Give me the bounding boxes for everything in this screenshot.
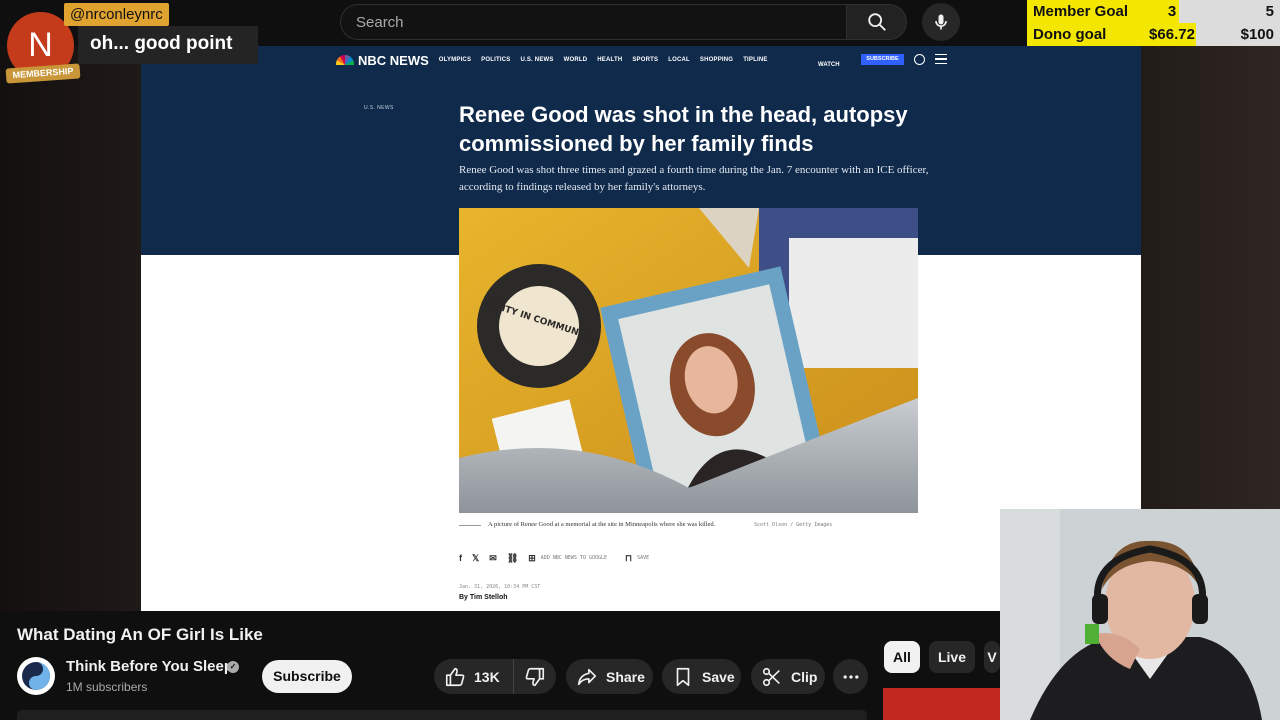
more-actions-button[interactable] [833, 659, 868, 694]
video-background-left [0, 46, 141, 611]
article-share-row: f 𝕏 ✉ ⛓ ⊞ ADD NBC NEWS TO GOOGLE ⊓ SAVE [459, 551, 667, 565]
photo-caption: A picture of Renee Good at a memorial at… [488, 521, 716, 528]
description-panel-edge [17, 710, 867, 720]
like-icon [445, 667, 465, 686]
memorial-photo: UNITY IN COMMUNITY [459, 208, 918, 513]
bookmark-icon: ⊓ [625, 552, 633, 563]
chat-username: @nrconleynrc [64, 3, 169, 26]
hamburger-menu-icon [935, 54, 947, 64]
news-article-page: NBC NEWS OLYMPICS POLITICS U.S. NEWS WOR… [141, 46, 1141, 611]
chip-all[interactable]: All [884, 641, 920, 673]
nav-world: WORLD [563, 57, 588, 63]
nav-local: LOCAL [668, 57, 690, 63]
streamer-webcam [1000, 509, 1280, 720]
video-title: What Dating An OF Girl Is Like [17, 625, 263, 644]
search-button[interactable] [846, 4, 907, 40]
dono-goal-label: Dono goal [1033, 26, 1107, 43]
dono-goal-bar: Dono goal $66.72 $100 [1027, 23, 1280, 46]
dislike-icon [525, 667, 545, 686]
subscriber-count: 1M subscribers [66, 680, 148, 694]
mic-icon [935, 14, 947, 30]
link-icon: ⛓ [506, 552, 519, 563]
clip-label: Clip [791, 668, 818, 685]
x-icon: 𝕏 [472, 552, 480, 563]
photo-credit: Scott Olson / Getty Images [754, 522, 833, 528]
nbc-brand: NBC NEWS [358, 52, 429, 68]
share-label: Share [606, 668, 645, 685]
member-goal-current: 3 [1167, 3, 1177, 20]
search-icon [867, 13, 886, 31]
caption-rule [459, 525, 481, 526]
article-dek: Renee Good was shot three times and graz… [459, 164, 929, 193]
nbc-logo: NBC NEWS [336, 53, 429, 68]
nav-sports: SPORTS [632, 57, 659, 63]
nav-tipline: TIPLINE [743, 57, 768, 63]
member-goal-target: 5 [1265, 3, 1274, 20]
save-icon [676, 667, 690, 686]
member-goal-bar: Member Goal 3 5 [1027, 0, 1280, 23]
save-label: Save [702, 668, 735, 685]
like-dislike-group: 13K [434, 659, 556, 694]
verified-icon: ✓ [227, 661, 239, 673]
article-dateline: Jan. 31, 2026, 10:34 PM CST [459, 584, 541, 590]
email-icon: ✉ [489, 552, 497, 563]
nav-watch: WATCH [818, 62, 840, 68]
dono-goal-current: $66.72 [1149, 26, 1195, 43]
search-input[interactable]: Search [340, 4, 846, 40]
nbc-subscribe-button: SUBSCRIBE [861, 54, 904, 65]
nav-olympics: OLYMPICS [438, 57, 472, 63]
nav-politics: POLITICS [481, 57, 511, 63]
dono-goal-target: $100 [1240, 26, 1274, 43]
share-icon [577, 668, 597, 685]
clip-button[interactable]: Clip [751, 659, 825, 694]
article-headline: Renee Good was shot in the head, autopsy… [459, 102, 908, 156]
dislike-button[interactable] [514, 659, 556, 694]
google-add-icon: ⊞ [528, 552, 536, 563]
share-button[interactable]: Share [566, 659, 653, 694]
channel-avatar[interactable] [17, 657, 55, 695]
nav-health: HEALTH [597, 57, 623, 63]
add-to-google-label: ADD NBC NEWS TO GOOGLE [540, 555, 608, 561]
app-root: Search Member Goal 3 5 Dono goal $66.72 … [0, 0, 1280, 720]
like-button[interactable]: 13K [434, 659, 514, 694]
more-icon [843, 674, 858, 679]
yin-yang-icon [22, 662, 50, 690]
like-count: 13K [474, 668, 500, 685]
channel-name[interactable]: Think Before You Sleep [66, 658, 233, 675]
chip-live[interactable]: Live [929, 641, 975, 673]
article-byline: By Tim Stelloh [459, 594, 508, 601]
article-save-label: SAVE [637, 555, 650, 561]
stream-goals: Member Goal 3 5 Dono goal $66.72 $100 [1027, 0, 1280, 46]
peacock-icon [336, 55, 354, 65]
section-label: U.S. NEWS [364, 105, 394, 111]
recommended-video-thumbnail[interactable] [883, 688, 1000, 720]
member-goal-label: Member Goal [1033, 3, 1129, 20]
subscribe-button[interactable]: Subscribe [262, 660, 352, 693]
search-placeholder: Search [356, 14, 404, 31]
voice-search-button[interactable] [922, 3, 960, 41]
save-button[interactable]: Save [662, 659, 741, 694]
chip-more[interactable]: V [984, 641, 1000, 673]
facebook-icon: f [459, 553, 462, 563]
clip-icon [762, 667, 780, 686]
chat-message: oh... good point [78, 26, 258, 64]
nav-shopping: SHOPPING [699, 57, 734, 63]
nav-us-news: U.S. NEWS [520, 57, 554, 63]
account-icon [914, 54, 925, 65]
